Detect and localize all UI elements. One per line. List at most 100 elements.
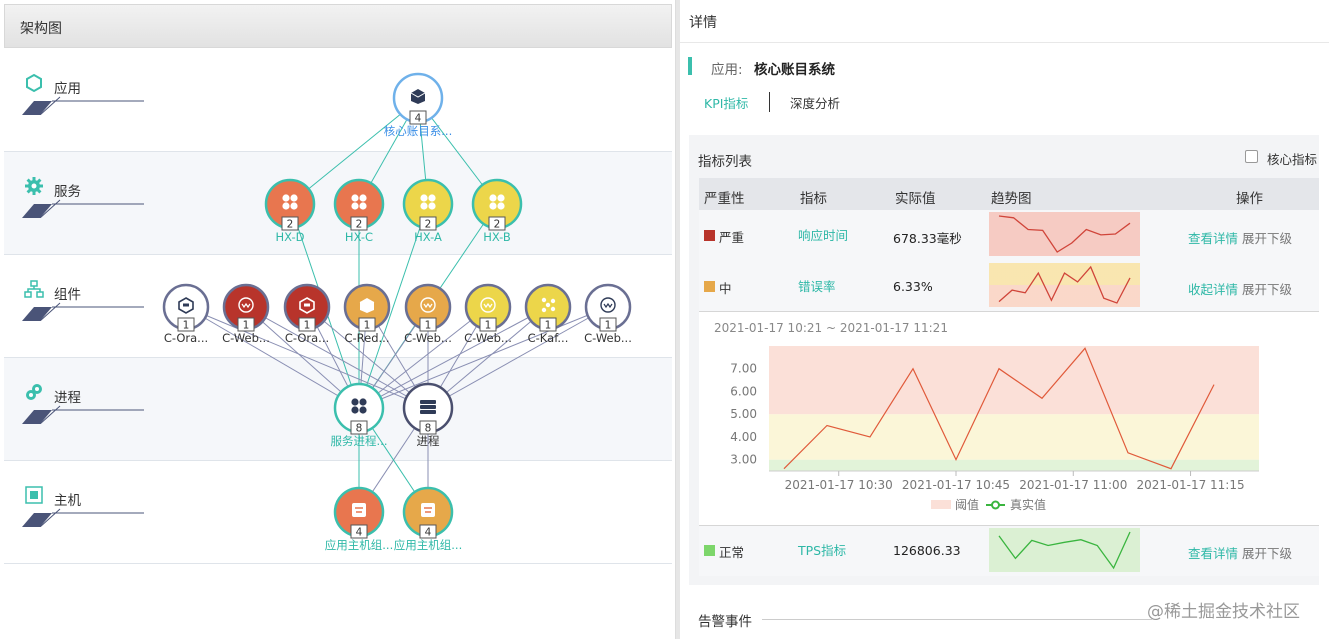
kpi-name-link[interactable]: 响应时间 (798, 225, 848, 244)
node-label: C-Web... (464, 331, 512, 345)
node-label: C-Web... (404, 331, 452, 345)
edge-line (427, 306, 609, 409)
node-label: 进程 (417, 434, 440, 448)
component-node[interactable]: 1C-Red... (343, 283, 391, 345)
node-label: HX-D (276, 230, 305, 244)
threshold-band (769, 414, 1259, 460)
app-node[interactable]: 4核心账目系... (384, 72, 452, 138)
node-label: C-Web... (584, 331, 632, 345)
node-label: C-Ora... (164, 331, 208, 345)
kafka-dot (550, 298, 556, 304)
severity-swatch (704, 281, 715, 292)
grid-dot (359, 398, 367, 406)
grid-dot (497, 202, 505, 210)
core-kpi-label: 核心指标 (1267, 152, 1318, 167)
node-count: 4 (415, 113, 422, 125)
line-chart: 3.00 4.00 5.00 6.00 7.00 2021-01-17 10:30 2021… (730, 346, 1259, 512)
view-detail-link[interactable]: 查看详情 (1188, 228, 1238, 247)
core-kpi-checkbox[interactable] (1245, 150, 1258, 163)
component-node[interactable]: 1C-Web... (464, 283, 512, 345)
node-label: C-Web... (222, 331, 270, 345)
host-node[interactable]: 4应用主机组... (325, 486, 393, 552)
kpi-list-title: 指标列表 (698, 154, 752, 170)
nodes: 4核心账目系...2HX-D2HX-C2HX-A2HX-B1C-Ora...1C… (162, 72, 632, 552)
node-label: C-Red... (345, 331, 390, 345)
service-node[interactable]: 2HX-B (471, 178, 523, 244)
x-tick-label: 2021-01-17 10:30 (785, 478, 893, 492)
node-count: 1 (545, 320, 552, 332)
severity-swatch (704, 545, 715, 556)
grid-dot (351, 398, 359, 406)
grid-dot (282, 202, 290, 210)
node-label: 应用主机组... (325, 538, 393, 552)
alarm-events-title: 告警事件 (698, 614, 752, 630)
node-label: HX-B (483, 230, 511, 244)
kafka-dot (545, 302, 551, 308)
kpi-name-link[interactable]: 错误率 (798, 276, 836, 295)
legend-series-marker (991, 500, 1000, 510)
collapse-detail-link[interactable]: 收起详情 (1188, 279, 1238, 298)
alarm-divider (762, 619, 1152, 620)
app-accent-bar (688, 57, 692, 75)
kpi-value: 6.33% (893, 279, 933, 294)
host-node[interactable]: 4应用主机组... (394, 486, 462, 552)
service-node[interactable]: 2HX-A (402, 178, 454, 244)
app-prefix: 应用: (711, 62, 743, 78)
host-box (352, 503, 366, 517)
service-node[interactable]: 2HX-D (264, 178, 316, 244)
node-count: 1 (243, 320, 250, 332)
y-tick-label: 6.00 (730, 384, 757, 398)
expand-children-link[interactable]: 展开下级 (1242, 543, 1292, 562)
node-count: 2 (494, 219, 501, 231)
detail-panel: 详情 应用: 核心账目系统 KPI指标 深度分析 指标列表 核心指标 严重性 指… (680, 0, 1329, 639)
component-node[interactable]: 1C-Ora... (162, 283, 210, 345)
process-node[interactable]: 8进程 (402, 382, 454, 448)
expand-children-link[interactable]: 展开下级 (1242, 228, 1292, 247)
expand-children-link[interactable]: 展开下级 (1242, 279, 1292, 298)
x-tick-label: 2021-01-17 10:45 (902, 478, 1010, 492)
tab-depth-analysis[interactable]: 深度分析 (790, 93, 840, 112)
node-count: 4 (425, 527, 432, 539)
grid-dot (351, 202, 359, 210)
host-box (421, 503, 435, 517)
node-count: 1 (183, 320, 190, 332)
node-count: 1 (605, 320, 612, 332)
component-node[interactable]: 1C-Web... (404, 283, 452, 345)
node-count: 8 (425, 423, 432, 435)
sparkline (989, 212, 1140, 256)
grid-dot (290, 194, 298, 202)
y-tick-label: 7.00 (730, 362, 757, 376)
process-node[interactable]: 8服务进程... (331, 382, 388, 448)
severity-swatch (704, 230, 715, 241)
kpi-value: 126806.33 (893, 543, 961, 558)
component-node[interactable]: 1C-Web... (222, 283, 270, 345)
severity-label: 严重 (719, 230, 745, 245)
architecture-panel: 架构图 应用 服务 组件 进程 主机 4 核心账目系... 2 HX-D 2 HX-C 2 H… (0, 0, 676, 639)
title-divider (680, 42, 1329, 43)
node-count: 8 (356, 423, 363, 435)
view-detail-link[interactable]: 查看详情 (1188, 543, 1238, 562)
header-operation: 操作 (1236, 191, 1263, 207)
server-slot (420, 400, 436, 404)
db-core (183, 303, 189, 307)
component-node[interactable]: 1C-Kaf... (524, 283, 572, 345)
tab-kpi[interactable]: KPI指标 (704, 93, 748, 112)
component-node[interactable]: 1C-Ora... (283, 283, 331, 345)
grid-dot (420, 202, 428, 210)
node-count: 2 (287, 219, 294, 231)
node-label: 应用主机组... (394, 538, 462, 552)
node-count: 2 (356, 219, 363, 231)
grid-dot (497, 194, 505, 202)
grid-dot (351, 194, 359, 202)
severity-label: 正常 (719, 545, 745, 560)
service-node[interactable]: 2HX-C (333, 178, 385, 244)
component-node[interactable]: 1C-Web... (584, 283, 632, 345)
grid-dot (359, 194, 367, 202)
threshold-band (769, 459, 1259, 471)
kpi-name-link[interactable]: TPS指标 (798, 540, 846, 559)
y-tick-label: 4.00 (730, 430, 757, 444)
header-actual-value: 实际值 (895, 191, 936, 207)
kafka-dot (550, 306, 556, 312)
server-slot (420, 405, 436, 409)
spark-band (989, 528, 1140, 572)
